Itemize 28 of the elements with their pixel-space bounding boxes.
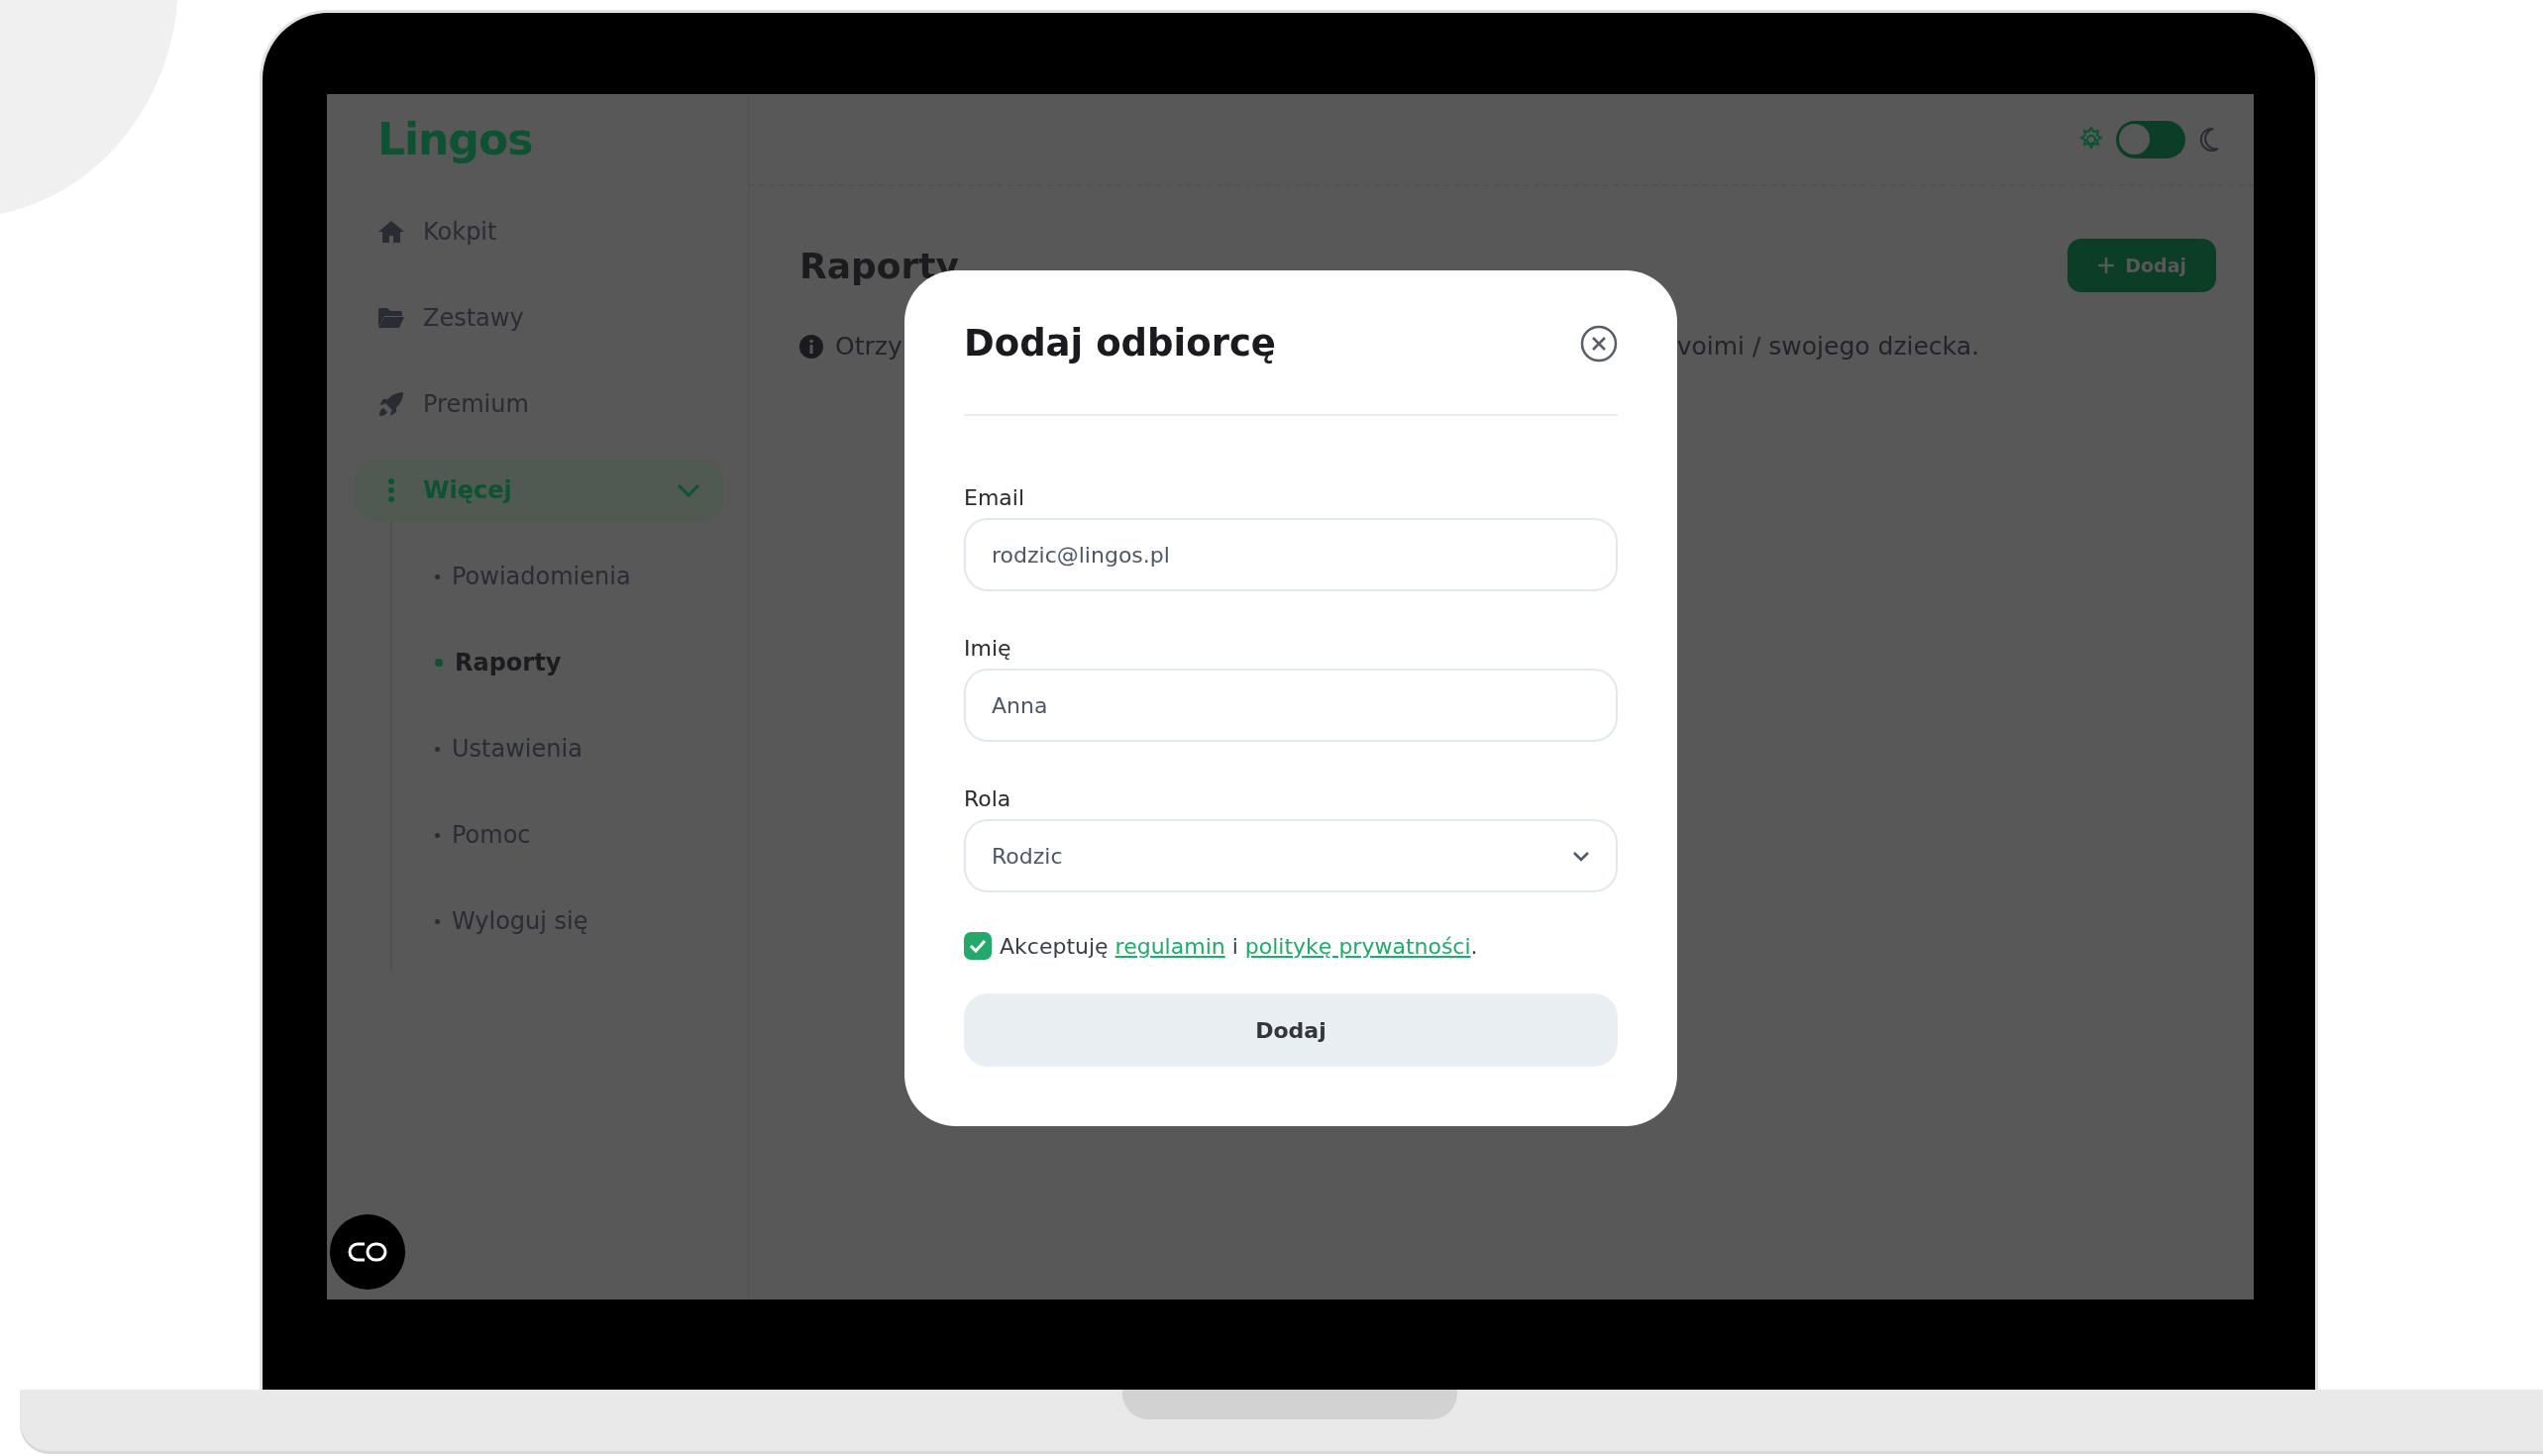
co-logo-icon (348, 1241, 387, 1263)
nav-item[interactable]: Więcej (354, 460, 724, 521)
home-icon (377, 220, 405, 244)
terms-link[interactable]: politykę prywatności (1244, 933, 1471, 959)
submit-button[interactable]: Dodaj (964, 993, 1618, 1067)
terms-link[interactable]: regulamin (1114, 933, 1225, 959)
info-icon (799, 334, 823, 359)
add-button[interactable]: Dodaj (2067, 239, 2216, 292)
checkmark-icon (969, 939, 987, 953)
modal-title: Dodaj odbiorcę (964, 322, 1276, 364)
folder-icon (377, 307, 405, 329)
nav-subitem[interactable]: Raporty (392, 632, 724, 693)
logo: Lingos (376, 113, 534, 166)
more-vertical-icon (387, 477, 395, 503)
checkbox[interactable] (964, 932, 992, 960)
moon-icon (2197, 126, 2219, 153)
theme-toggle[interactable] (2116, 120, 2185, 158)
rocket-icon (378, 391, 404, 417)
plus-icon (2097, 257, 2116, 274)
field-label: Imię (964, 636, 1012, 661)
chevron-icon (1572, 850, 1590, 862)
close-button[interactable] (1580, 324, 1618, 363)
input-field[interactable]: Anna (964, 669, 1618, 742)
select-field[interactable]: Rodzic (964, 819, 1618, 892)
field-label: Email (964, 485, 1026, 510)
field-label: Rola (964, 786, 1012, 811)
input-field[interactable]: rodzic@lingos.pl (964, 518, 1618, 591)
consent-text: Akceptuję regulamin i politykę prywatności. (1000, 933, 1478, 959)
